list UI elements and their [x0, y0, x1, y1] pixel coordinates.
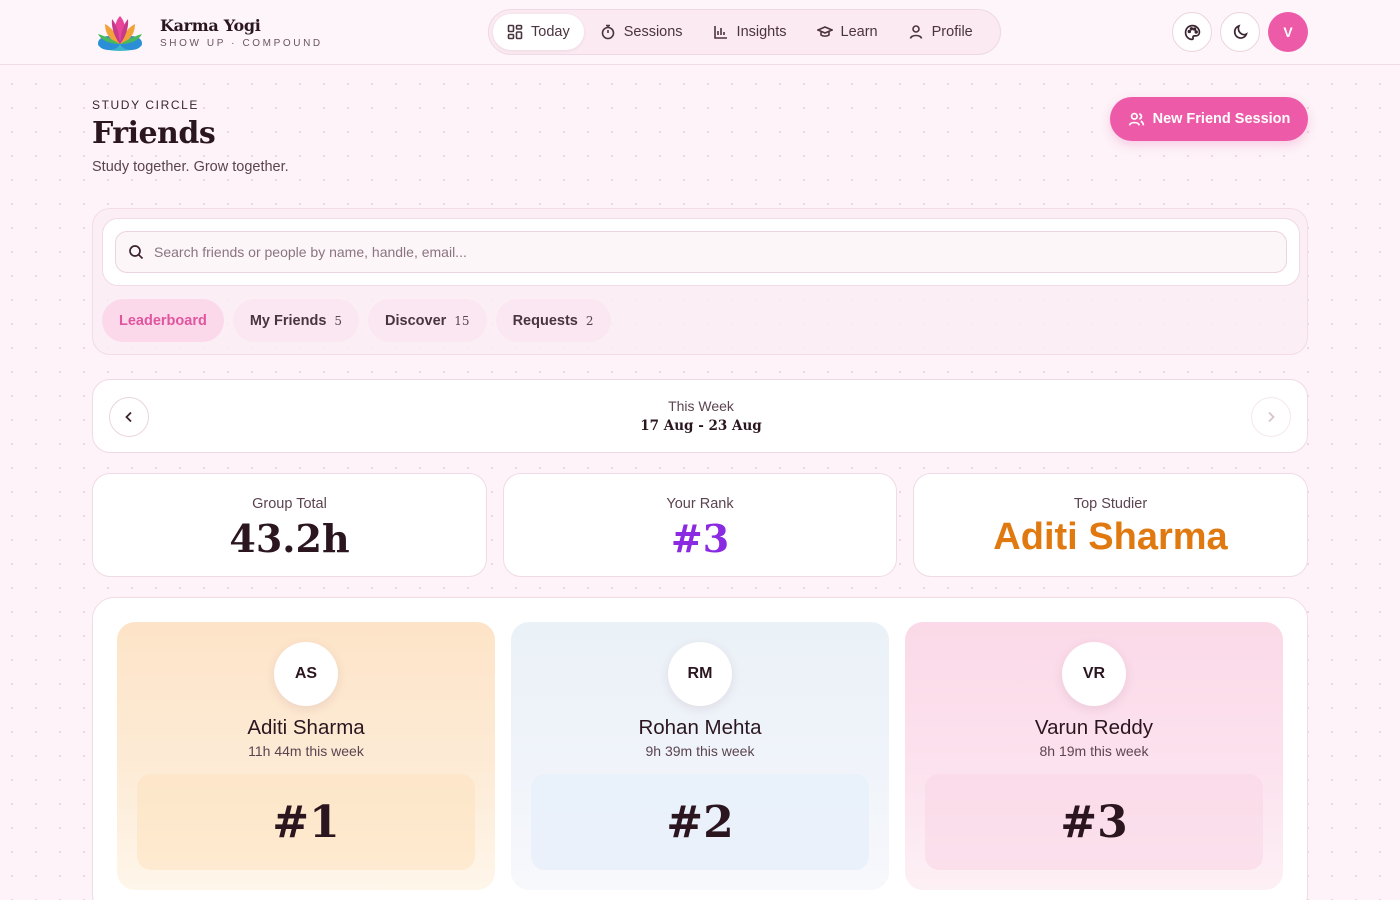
stat-top-studier: Top Studier Aditi Sharma: [913, 473, 1308, 577]
timer-icon: [601, 24, 615, 40]
user-avatar-button[interactable]: V: [1268, 12, 1308, 52]
lotus-logo-icon: [98, 16, 142, 51]
stat-group-total: Group Total 43.2h: [92, 473, 487, 577]
search-box[interactable]: [115, 231, 1287, 273]
stat-top-studier-label: Top Studier: [1073, 496, 1148, 512]
tab-requests-count: 2: [585, 313, 594, 328]
bar-chart-icon: [713, 26, 727, 39]
avatar: RM: [668, 642, 732, 706]
avatar: AS: [274, 642, 338, 706]
dashboard-icon: [507, 24, 523, 40]
tab-my-friends-count: 5: [334, 313, 343, 328]
nav-profile-label: Profile: [931, 24, 973, 40]
chevron-right-icon: [1268, 411, 1275, 423]
podium-time: 8h 19m this week: [1039, 743, 1149, 759]
tab-my-friends[interactable]: My Friends 5: [232, 299, 360, 342]
stat-group-total-label: Group Total: [252, 496, 327, 512]
stat-top-studier-value: Aditi Sharma: [993, 516, 1228, 558]
new-friend-session-button[interactable]: New Friend Session: [1110, 97, 1308, 141]
next-week-button[interactable]: [1251, 397, 1291, 437]
palette-icon: [1184, 24, 1200, 40]
stat-your-rank-value: #3: [670, 516, 730, 561]
podium-time: 9h 39m this week: [645, 743, 755, 759]
week-selector: This Week 17 Aug - 23 Aug: [92, 379, 1308, 453]
moon-icon: [1233, 23, 1248, 39]
theme-palette-button[interactable]: [1172, 12, 1212, 52]
stat-your-rank-label: Your Rank: [666, 496, 734, 512]
podium-rank: #1: [137, 774, 475, 870]
search-card: [102, 218, 1300, 286]
nav-today-label: Today: [531, 24, 570, 40]
week-label: This Week: [668, 398, 734, 414]
app-tagline: SHOW UP · COMPOUND: [160, 37, 323, 49]
search-icon: [129, 245, 144, 260]
podium-card-third[interactable]: VR Varun Reddy 8h 19m this week #3: [905, 622, 1283, 890]
tab-discover-label: Discover: [385, 312, 447, 329]
podium-name: Rohan Mehta: [638, 716, 762, 739]
tab-requests-label: Requests: [512, 312, 578, 329]
tab-leaderboard-label: Leaderboard: [119, 312, 207, 329]
podium-card-first[interactable]: AS Aditi Sharma 11h 44m this week #1: [117, 622, 495, 890]
stat-group-total-value: 43.2h: [229, 516, 350, 561]
new-friend-session-label: New Friend Session: [1152, 111, 1291, 127]
users-icon: [1128, 112, 1144, 126]
nav-profile[interactable]: Profile: [894, 14, 987, 50]
nav-insights[interactable]: Insights: [699, 14, 801, 50]
tab-requests[interactable]: Requests 2: [495, 299, 611, 342]
graduation-cap-icon: [816, 26, 833, 37]
brand[interactable]: Karma Yogi SHOW UP · COMPOUND: [95, 10, 323, 54]
nav-learn[interactable]: Learn: [803, 14, 892, 50]
leaderboard-podium: AS Aditi Sharma 11h 44m this week #1 RM …: [92, 597, 1308, 900]
main-nav: Today Sessions Insights Learn Profile: [488, 9, 1001, 55]
top-bar: Karma Yogi SHOW UP · COMPOUND Today Sess…: [0, 0, 1400, 65]
dark-mode-toggle[interactable]: [1220, 12, 1260, 52]
podium-rank: #2: [531, 774, 869, 870]
search-input[interactable]: [154, 244, 1254, 260]
tab-my-friends-label: My Friends: [249, 312, 327, 329]
avatar: VR: [1062, 642, 1126, 706]
nav-today[interactable]: Today: [493, 14, 584, 50]
page-subtitle: Study together. Grow together.: [92, 159, 289, 175]
page-title: Friends: [92, 116, 216, 151]
nav-sessions[interactable]: Sessions: [586, 14, 697, 50]
podium-card-second[interactable]: RM Rohan Mehta 9h 39m this week #2: [511, 622, 889, 890]
user-icon: [909, 25, 922, 39]
stat-your-rank: Your Rank #3: [503, 473, 897, 577]
page-eyebrow: STUDY CIRCLE: [92, 98, 199, 112]
tab-discover-count: 15: [454, 313, 470, 328]
tab-discover[interactable]: Discover 15: [368, 299, 487, 342]
friends-tabs: Leaderboard My Friends 5 Discover 15 Req…: [102, 299, 620, 342]
week-range: 17 Aug - 23 Aug: [640, 418, 762, 434]
nav-learn-label: Learn: [840, 24, 878, 40]
podium-rank: #3: [925, 774, 1263, 870]
podium-name: Aditi Sharma: [247, 716, 365, 739]
nav-insights-label: Insights: [736, 24, 787, 40]
podium-name: Varun Reddy: [1034, 716, 1154, 739]
tab-leaderboard[interactable]: Leaderboard: [102, 299, 224, 342]
app-name: Karma Yogi: [160, 15, 261, 35]
friends-panel: Leaderboard My Friends 5 Discover 15 Req…: [92, 208, 1308, 355]
nav-sessions-label: Sessions: [623, 24, 683, 40]
podium-time: 11h 44m this week: [248, 743, 364, 759]
